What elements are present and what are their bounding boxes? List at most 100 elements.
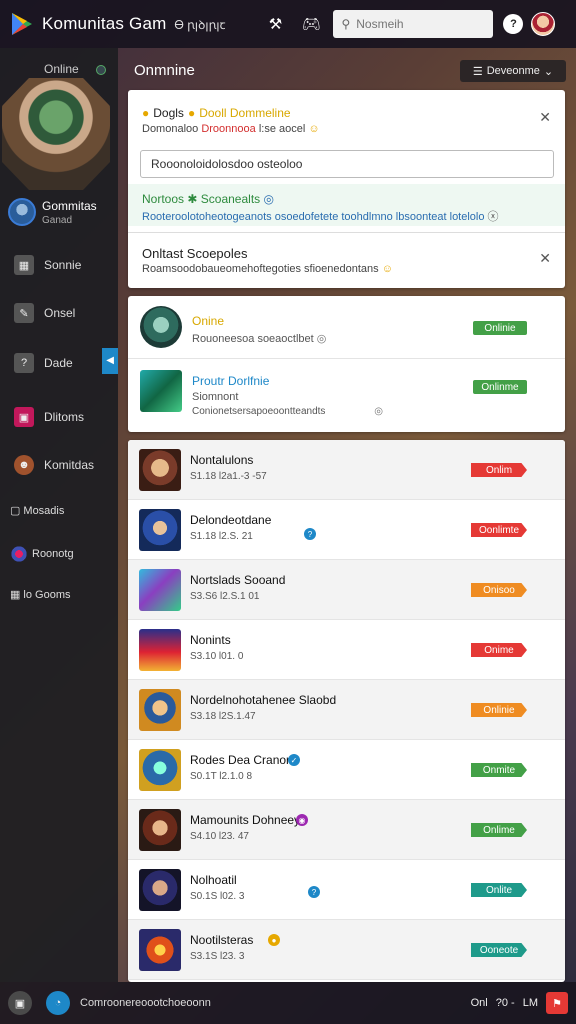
sidebar-link-mosadis[interactable]: ▢ Mosadis — [10, 504, 64, 518]
profile-avatar — [8, 198, 36, 226]
status-card: Onine Rouoneesoa soeaoctlbet ◎ Onlinie P… — [128, 296, 565, 432]
logo-icon[interactable] — [8, 10, 36, 38]
game-name: Nontalulons — [190, 453, 254, 467]
game-thumbnail — [139, 629, 181, 671]
coin-icon: ● — [187, 106, 196, 120]
game-name: Nootilsteras — [190, 933, 254, 947]
game-thumbnail — [139, 569, 181, 611]
online-status-icon — [96, 65, 106, 75]
status-badge: Onlinme — [473, 380, 527, 394]
sidebar-item-sonnie[interactable]: ▦ Sonnie — [0, 246, 118, 284]
divider — [128, 358, 565, 359]
list-item[interactable]: Nolhoatil S0.1S l02. 3 ? Onlite — [128, 860, 565, 920]
view-options-label: Deveonme — [486, 65, 540, 77]
page-title: Onmnine — [134, 62, 195, 79]
smile-icon: ☺ — [381, 263, 393, 275]
game-badge: Ooneote — [471, 943, 527, 957]
game-badge: Onlime — [471, 823, 527, 837]
list-item[interactable]: Rodes Dea Cranors ✓ S0.1T l2.1.0 8 Onmit… — [128, 740, 565, 800]
star-icon: ✱ — [187, 192, 198, 206]
search-input[interactable] — [356, 17, 477, 31]
game-badge: Onlite — [471, 883, 527, 897]
app-title: Komunitas Gam — [42, 14, 167, 33]
game-badge: Onime — [471, 643, 527, 657]
verified-icon: ✓ — [288, 754, 300, 766]
list-item[interactable]: Nortslads Sooand S3.S6 l2.S.1 01 Onisoo — [128, 560, 565, 620]
sidebar-link-label: Roonotg — [32, 548, 74, 560]
highlight-title-a: Nortoos — [142, 192, 185, 206]
game-meta: S0.1T l2.1.0 8 — [190, 771, 253, 782]
list-item[interactable]: Nordelnohotahenee Slaobd S3.18 l2S.1.47 … — [128, 680, 565, 740]
info-icon: ⓧ — [487, 211, 499, 223]
notification-input[interactable] — [140, 150, 554, 178]
flag-icon[interactable]: ⚑ — [546, 992, 568, 1014]
badge-icon: ◉ — [296, 814, 308, 826]
wrench-icon: ✎ — [14, 303, 34, 323]
smile-icon: ☺ — [308, 123, 320, 135]
status-row[interactable]: Onine Rouoneesoa soeaoctlbet ◎ Onlinie — [128, 296, 565, 358]
game-name: Nolhoatil — [190, 873, 237, 887]
game-thumbnail — [139, 689, 181, 731]
chat-icon[interactable]: ◔ — [46, 991, 70, 1015]
sidebar-item-label: Sonnie — [44, 258, 82, 272]
notification-sub-b: Droonnooa — [201, 123, 256, 135]
user-avatar[interactable] — [531, 12, 556, 36]
status-subtitle: Siomnont — [192, 391, 239, 403]
bottom-bar: ▣ ◔ Comroonereoootchoeoonn Onl ?0 - LM ⚑ — [0, 982, 576, 1024]
coin-icon: ● — [142, 106, 150, 120]
app-subtitle: Ꮎ ꞃꞁꝺꞁꞃꞁꞇ — [174, 17, 226, 32]
sidebar-item-dade[interactable]: ? Dade ◀ — [0, 344, 118, 382]
grid-icon: ▦ — [14, 255, 34, 275]
game-badge: Oonlimte — [471, 523, 527, 537]
globe-icon: ◎ — [263, 192, 274, 206]
list-item[interactable]: Delondeotdane S1.18 l2.S. 21 ? Oonlimte — [128, 500, 565, 560]
close-icon[interactable]: ✕ — [539, 109, 551, 126]
sidebar-item-label: Komitdas — [44, 458, 95, 472]
status-avatar — [140, 370, 182, 412]
sidebar-link-label: lo Gooms — [23, 588, 71, 601]
game-icon[interactable]: ▣ — [8, 991, 32, 1015]
status-badge: Onlinie — [473, 321, 527, 335]
sidebar-item-dlitoms[interactable]: ▣ Dlitoms — [0, 398, 118, 436]
heroes-icon: ☻ — [14, 455, 34, 475]
game-meta: S3.S6 l2.S.1 01 — [190, 591, 260, 602]
bottom-label: Onl — [470, 997, 488, 1009]
top-bar: Komunitas Gam Ꮎ ꞃꞁꝺꞁꞃꞁꞇ ⚒ 🎮︎ ⚲ ? — [0, 0, 576, 48]
game-thumbnail — [139, 509, 181, 551]
sidebar-profile[interactable]: Gommitas Ganad — [8, 198, 97, 226]
list-item[interactable]: Nonints S3.10 l01. 0 Onime — [128, 620, 565, 680]
highlight-text: Rooteroolotoheotogeanots osoedofetete to… — [142, 208, 499, 224]
status-message: Comroonereoootchoeoonn — [80, 997, 211, 1009]
search-box[interactable]: ⚲ — [333, 10, 494, 38]
status-avatar — [140, 306, 182, 348]
list-icon: ☰ — [472, 65, 483, 78]
coin-icon: ● — [268, 934, 280, 946]
game-thumbnail — [139, 929, 181, 971]
sidebar-item-komitdas[interactable]: ☻ Komitdas — [0, 446, 118, 484]
info-icon: ◎ — [374, 406, 383, 417]
game-thumbnail — [139, 869, 181, 911]
status-name: Onine — [192, 314, 225, 328]
close-icon[interactable]: ✕ — [539, 250, 551, 267]
view-options-button[interactable]: ☰ Deveonme ⌄ — [460, 60, 566, 82]
game-name: Rodes Dea Cranors — [190, 753, 297, 767]
status-row[interactable]: Proutr Dorlfnie Siomnont Conionetsersapo… — [128, 360, 565, 430]
grid-small-icon: ▦ — [10, 589, 21, 601]
sidebar-link-roonotg[interactable]: Roonotg — [10, 545, 74, 563]
game-name: Nordelnohotahenee Slaobd — [190, 693, 337, 707]
game-badge: Onlim — [471, 463, 527, 477]
tools-icon[interactable]: ⚒ — [261, 10, 289, 38]
sidebar-link-gooms[interactable]: ▦ lo Gooms — [10, 588, 71, 602]
gamepad-icon[interactable]: 🎮︎ — [297, 10, 325, 38]
gallery-icon: ▣ — [14, 407, 34, 427]
highlight-title-b: Scoanealts — [200, 192, 261, 206]
list-item[interactable]: Nootilsteras ● S3.1S l23. 3 Ooneote — [128, 920, 565, 980]
notification-title-a: Dogls — [153, 106, 184, 120]
sidebar-item-onsel[interactable]: ✎ Onsel — [0, 294, 118, 332]
list-item[interactable]: Mamounits Dohneey ◉ S4.10 l23. 47 Onlime — [128, 800, 565, 860]
help-icon[interactable]: ? — [503, 14, 524, 34]
list-item[interactable]: Nontalulons S1.18 l2a1.-3 -57 Onlim — [128, 440, 565, 500]
info-icon: ◎ — [316, 333, 327, 345]
profile-name: Gommitas — [42, 198, 97, 213]
notification-subtitle: Domonaloo Droonnooa l:se aocel ☺ — [142, 123, 320, 135]
